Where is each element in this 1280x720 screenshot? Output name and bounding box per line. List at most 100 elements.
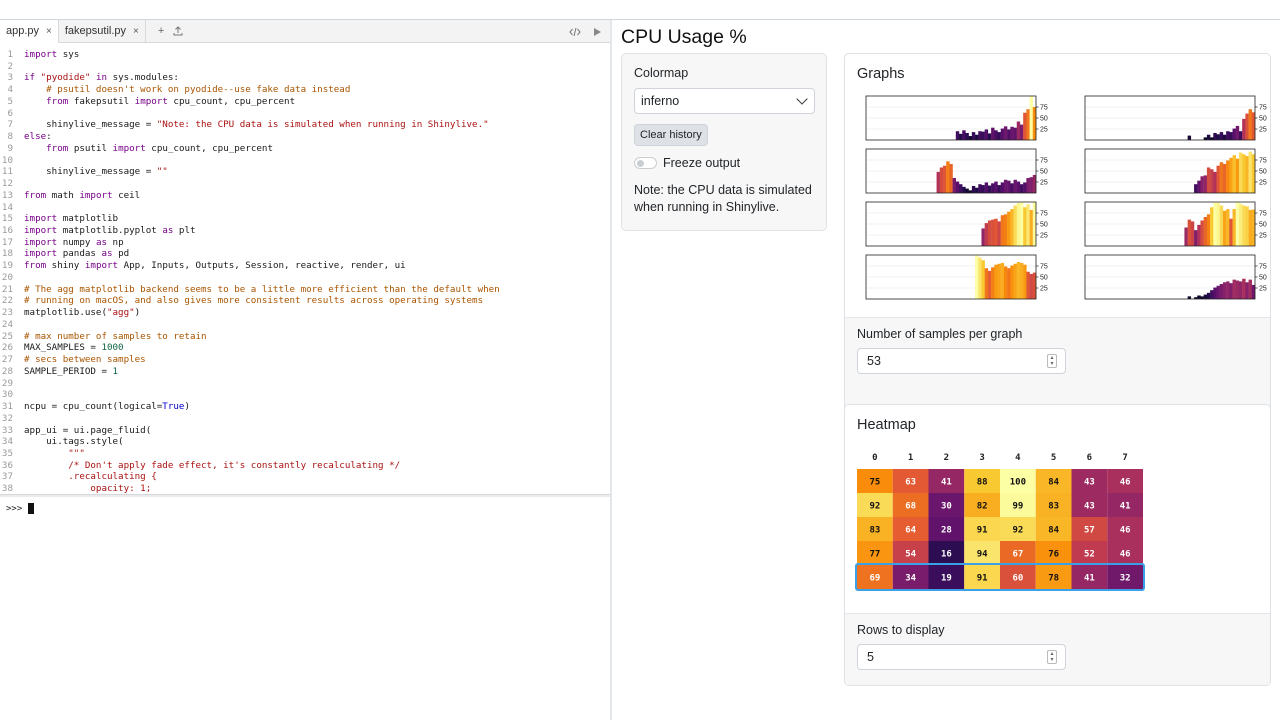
code-line[interactable]: 37 .recalculating { — [0, 471, 610, 483]
code-line[interactable]: 27 # secs between samples — [0, 354, 610, 366]
code-line[interactable]: 30 — [0, 389, 610, 401]
heatmap-cell-value: 28 — [941, 526, 952, 536]
code-line[interactable]: 23 matplotlib.use("agg") — [0, 307, 610, 319]
heatmap-cell-value: 67 — [1012, 550, 1023, 560]
stepper-icon[interactable]: ▴ ▾ — [1047, 354, 1057, 368]
code-line[interactable]: 32 — [0, 413, 610, 425]
cpu-bar — [1206, 292, 1211, 299]
code-line[interactable]: 9 from psutil import cpu_count, cpu_perc… — [0, 143, 610, 155]
cpu-bar — [1019, 202, 1024, 246]
code-line[interactable]: 26 MAX_SAMPLES = 1000 — [0, 342, 610, 354]
heatmap-cell-value: 43 — [1084, 478, 1095, 488]
line-number: 12 — [1, 178, 13, 190]
code-line[interactable]: 25 # max number of samples to retain — [0, 331, 610, 343]
heatmap-cell-value: 34 — [905, 574, 916, 584]
cpu-graph-1: 75 50 25 — [1084, 95, 1267, 141]
cpu-bar — [1248, 109, 1252, 140]
cpu-bar — [1229, 132, 1233, 140]
samples-input[interactable]: 53 ▴ ▾ — [857, 348, 1066, 374]
cpu-bar — [1235, 158, 1240, 193]
y-tick-label: 25 — [1259, 180, 1267, 187]
python-console[interactable]: >>> — [0, 497, 610, 717]
tab-app-py[interactable]: app.py × — [0, 20, 59, 43]
cpu-bar — [978, 257, 982, 299]
code-line[interactable]: 28 SAMPLE_PERIOD = 1 — [0, 366, 610, 378]
colormap-select[interactable]: inferno — [634, 88, 815, 114]
heatmap-cell-value: 54 — [905, 550, 916, 560]
clear-history-button[interactable]: Clear history — [634, 124, 708, 146]
code-line[interactable]: 11 shinylive_message = "" — [0, 166, 610, 178]
cpu-bar — [1013, 179, 1017, 193]
code-line[interactable]: 38 opacity: 1; — [0, 483, 610, 494]
code-editor[interactable]: 1 import sys 2 3 if "pyodide" in sys.modules… — [0, 43, 610, 494]
add-file-icon[interactable]: + — [158, 25, 164, 37]
cpu-bar — [1235, 125, 1240, 140]
code-line[interactable]: 33 app_ui = ui.page_fluid( — [0, 425, 610, 437]
code-line[interactable]: 7 shinylive_message = "Note: the CPU dat… — [0, 119, 610, 131]
code-line[interactable]: 16 import matplotlib.pyplot as plt — [0, 225, 610, 237]
code-line[interactable]: 13 from math import ceil — [0, 190, 610, 202]
code-line[interactable]: 6 — [0, 108, 610, 120]
y-tick-label: 50 — [1259, 275, 1267, 282]
code-line[interactable]: 14 — [0, 202, 610, 214]
line-number: 34 — [1, 436, 13, 448]
heatmap-cell-value: 60 — [1012, 574, 1023, 584]
code-line[interactable]: 21 # The agg matplotlib backend seems to … — [0, 284, 610, 296]
code-line[interactable]: 36 /* Don't apply fade effect, it's cons… — [0, 460, 610, 472]
freeze-output-switch[interactable] — [634, 157, 657, 169]
code-line[interactable]: 3 if "pyodide" in sys.modules: — [0, 72, 610, 84]
rows-input[interactable]: 5 ▴ ▾ — [857, 644, 1066, 670]
line-number: 14 — [1, 201, 13, 213]
cpu-bar — [1184, 227, 1188, 246]
close-icon[interactable]: × — [46, 26, 52, 37]
code-icon[interactable] — [569, 27, 581, 37]
cpu-bar — [984, 223, 989, 246]
line-number: 11 — [1, 166, 13, 178]
cpu-bar — [975, 187, 979, 193]
heatmap-column-header: 4 — [1015, 453, 1021, 463]
cpu-bar — [955, 131, 960, 140]
close-icon[interactable]: × — [133, 26, 139, 37]
code-line[interactable]: 10 — [0, 155, 610, 167]
code-line[interactable]: 17 import numpy as np — [0, 237, 610, 249]
heatmap-cell-value: 63 — [905, 478, 916, 488]
code-line[interactable]: 20 — [0, 272, 610, 284]
code-line[interactable]: 15 import matplotlib — [0, 213, 610, 225]
code-text: import numpy as np — [24, 236, 124, 248]
run-icon[interactable] — [593, 27, 602, 37]
code-line[interactable]: 19 from shiny import App, Inputs, Outputs… — [0, 260, 610, 272]
cpu-bar — [1023, 112, 1027, 140]
code-line[interactable]: 2 — [0, 61, 610, 73]
code-line[interactable]: 31 ncpu = cpu_count(logical=True) — [0, 401, 610, 413]
heatmap-svg: 0 1 2 3 4 5 6 775 63 41 88 100 84 43 4692 68 30 82 99 83 43 4… — [855, 453, 1145, 591]
code-line[interactable]: 8 else: — [0, 131, 610, 143]
cpu-bar — [946, 161, 950, 193]
cpu-bar — [1206, 214, 1211, 246]
code-line[interactable]: 4 # psutil doesn't work on pyodide--use … — [0, 84, 610, 96]
code-line[interactable]: 22 # running on macOS, and also gives mor… — [0, 295, 610, 307]
y-tick-label: 75 — [1040, 264, 1048, 271]
code-text: from psutil import cpu_count, cpu_percen… — [46, 142, 273, 154]
tab-fakepsutil-py[interactable]: fakepsutil.py × — [59, 20, 146, 42]
code-line[interactable]: 1 import sys — [0, 49, 610, 61]
y-tick-label: 25 — [1259, 233, 1267, 240]
upload-icon[interactable] — [173, 26, 183, 36]
heatmap-cell-value: 46 — [1120, 526, 1131, 536]
cpu-bar — [984, 129, 989, 140]
heatmap-cell-value: 43 — [1084, 502, 1095, 512]
cpu-bar — [1206, 134, 1211, 140]
cpu-bar — [1013, 205, 1017, 246]
code-line[interactable]: 34 ui.tags.style( — [0, 436, 610, 448]
y-tick-label: 25 — [1040, 127, 1048, 134]
line-number: 28 — [1, 365, 13, 377]
stepper-icon[interactable]: ▴ ▾ — [1047, 650, 1057, 664]
cpu-graph-0: 75 50 25 — [865, 95, 1048, 141]
code-line[interactable]: 5 from fakepsutil import cpu_count, cpu_… — [0, 96, 610, 108]
code-line[interactable]: 24 — [0, 319, 610, 331]
line-number: 20 — [1, 271, 13, 283]
code-line[interactable]: 18 import pandas as pd — [0, 248, 610, 260]
editor-pane: app.py × fakepsutil.py × + 1 import sys 2 3… — [0, 20, 612, 720]
code-line[interactable]: 12 — [0, 178, 610, 190]
code-line[interactable]: 29 — [0, 378, 610, 390]
code-line[interactable]: 35 """ — [0, 448, 610, 460]
